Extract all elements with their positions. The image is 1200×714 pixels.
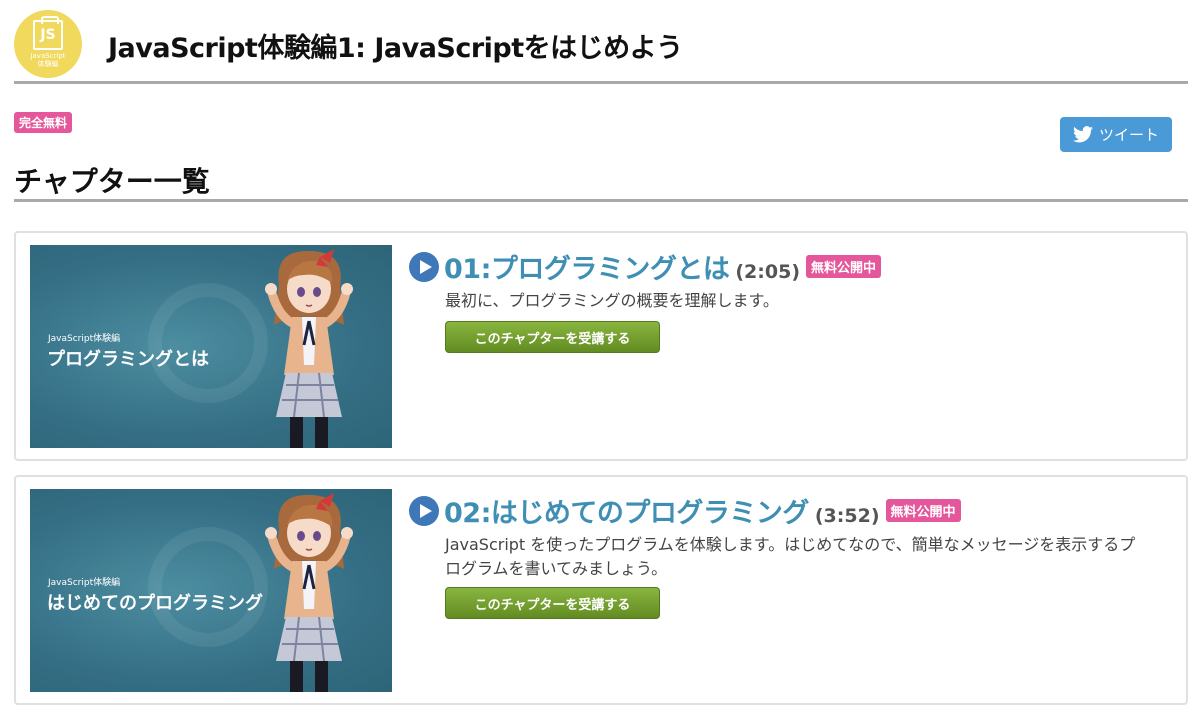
chapter-description: 最初に、プログラミングの概要を理解します。 (445, 291, 779, 310)
thumbnail-title: プログラミングとは (47, 349, 209, 370)
thumbnail-watermark (148, 283, 268, 403)
thumbnail-watermark (148, 527, 268, 647)
character-illustration (265, 493, 353, 692)
chapter-heading: 02:はじめてのプログラミング (3:52) 無料公開中 (408, 491, 961, 530)
chapter-thumbnail[interactable]: JavaScript体験編 プログラミングとは (30, 245, 392, 448)
logo-caption: JavaScript 体験編 (30, 51, 66, 68)
thumbnail-subtitle: JavaScript体験編 (48, 334, 121, 344)
free-public-badge: 無料公開中 (885, 499, 961, 522)
free-public-badge: 無料公開中 (806, 255, 882, 278)
page-title: JavaScript体験編1: JavaScriptをはじめよう (108, 33, 683, 64)
chapter-heading: 01:プログラミングとは (2:05) 無料公開中 (408, 247, 882, 286)
chapter-card: JavaScript体験編 はじめてのプログラミング 02:はじめてのプログラミ… (14, 475, 1188, 705)
play-icon[interactable] (408, 251, 440, 283)
js-icon: JS (33, 15, 63, 50)
section-title: チャプター一覧 (14, 164, 1188, 202)
chapter-title-link[interactable]: 01:プログラミングとは (444, 247, 730, 286)
free-badge: 完全無料 (14, 112, 73, 133)
thumbnail-title: はじめてのプログラミング (47, 593, 263, 614)
page-header: JS JavaScript 体験編 JavaScript体験編1: JavaScr… (14, 10, 1188, 84)
chapter-card: JavaScript体験編 プログラミングとは 01:プログラミングとは (2:… (14, 231, 1188, 461)
take-chapter-button[interactable]: このチャプターを受講する (445, 587, 660, 619)
chapter-description: JavaScript を使ったプログラムを体験します。はじめてなので、簡単なメッ… (445, 535, 1136, 578)
chapter-duration: (2:05) (735, 261, 801, 283)
thumbnail-subtitle: JavaScript体験編 (48, 578, 121, 588)
tweet-label: ツイート (1098, 126, 1159, 144)
chapter-title-link[interactable]: 02:はじめてのプログラミング (444, 491, 809, 530)
take-chapter-button[interactable]: このチャプターを受講する (445, 321, 660, 353)
character-illustration (265, 249, 353, 448)
course-logo: JS JavaScript 体験編 (14, 10, 82, 78)
tweet-button[interactable]: ツイート (1060, 117, 1172, 152)
chapter-duration: (3:52) (814, 505, 880, 527)
play-icon[interactable] (408, 495, 440, 527)
twitter-bird-icon (1072, 126, 1093, 143)
chapter-thumbnail[interactable]: JavaScript体験編 はじめてのプログラミング (30, 489, 392, 692)
